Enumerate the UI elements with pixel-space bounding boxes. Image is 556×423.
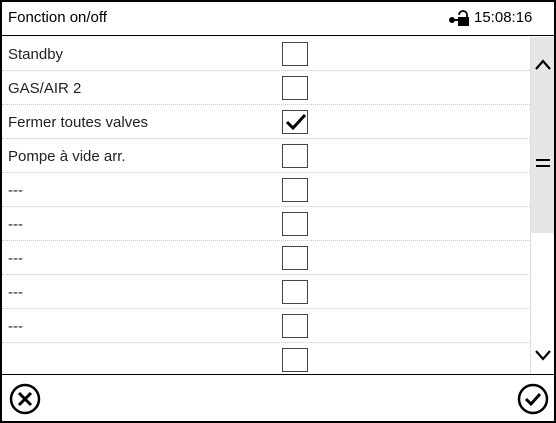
cancel-button[interactable] — [8, 382, 42, 416]
checkbox[interactable] — [282, 212, 308, 236]
lock-key-icon — [449, 9, 469, 26]
window: Fonction on/off 15:08:16 Standby GAS/AIR… — [0, 0, 556, 423]
menu-handle-icon[interactable] — [533, 153, 553, 173]
chevron-down-icon[interactable] — [533, 345, 553, 365]
row-label: Pompe à vide arr. — [8, 148, 126, 165]
confirm-icon — [517, 383, 549, 415]
row-label: Fermer toutes valves — [8, 114, 149, 131]
bottom-bar — [2, 374, 554, 421]
list-row: Standby — [2, 37, 530, 71]
checkbox[interactable] — [282, 144, 308, 168]
list-row: --- — [2, 241, 530, 275]
function-list: Standby GAS/AIR 2 Fermer toutes valves P… — [2, 37, 530, 374]
list-row: --- — [2, 275, 530, 309]
list-row — [2, 343, 530, 374]
row-label: --- — [8, 250, 23, 267]
chevron-up-icon[interactable] — [533, 55, 553, 75]
cancel-icon — [9, 383, 41, 415]
list-row: --- — [2, 207, 530, 241]
checkbox[interactable] — [282, 348, 308, 372]
checkbox[interactable] — [282, 280, 308, 304]
checkbox[interactable] — [282, 314, 308, 338]
page-title: Fonction on/off — [8, 9, 107, 26]
row-label: --- — [8, 182, 23, 199]
list-row: Pompe à vide arr. — [2, 139, 530, 173]
list-row: Fermer toutes valves — [2, 105, 530, 139]
list-row: GAS/AIR 2 — [2, 71, 530, 105]
row-label: Standby — [8, 46, 64, 63]
row-label: --- — [8, 284, 23, 301]
list-row: --- — [2, 309, 530, 343]
list-row: --- — [2, 173, 530, 207]
scrollbar[interactable] — [530, 37, 554, 374]
checkbox[interactable] — [282, 178, 308, 202]
clock: 15:08:16 — [448, 9, 532, 26]
checkbox[interactable] — [282, 246, 308, 270]
checkbox[interactable] — [282, 42, 308, 66]
confirm-button[interactable] — [516, 382, 550, 416]
checkbox[interactable] — [282, 76, 308, 100]
checkbox[interactable] — [282, 110, 308, 134]
title-bar: Fonction on/off 15:08:16 — [2, 2, 554, 36]
row-label: --- — [8, 318, 23, 335]
row-label: GAS/AIR 2 — [8, 80, 82, 97]
row-label: --- — [8, 216, 23, 233]
checkmark-icon — [285, 113, 307, 131]
clock-time: 15:08:16 — [474, 9, 533, 26]
